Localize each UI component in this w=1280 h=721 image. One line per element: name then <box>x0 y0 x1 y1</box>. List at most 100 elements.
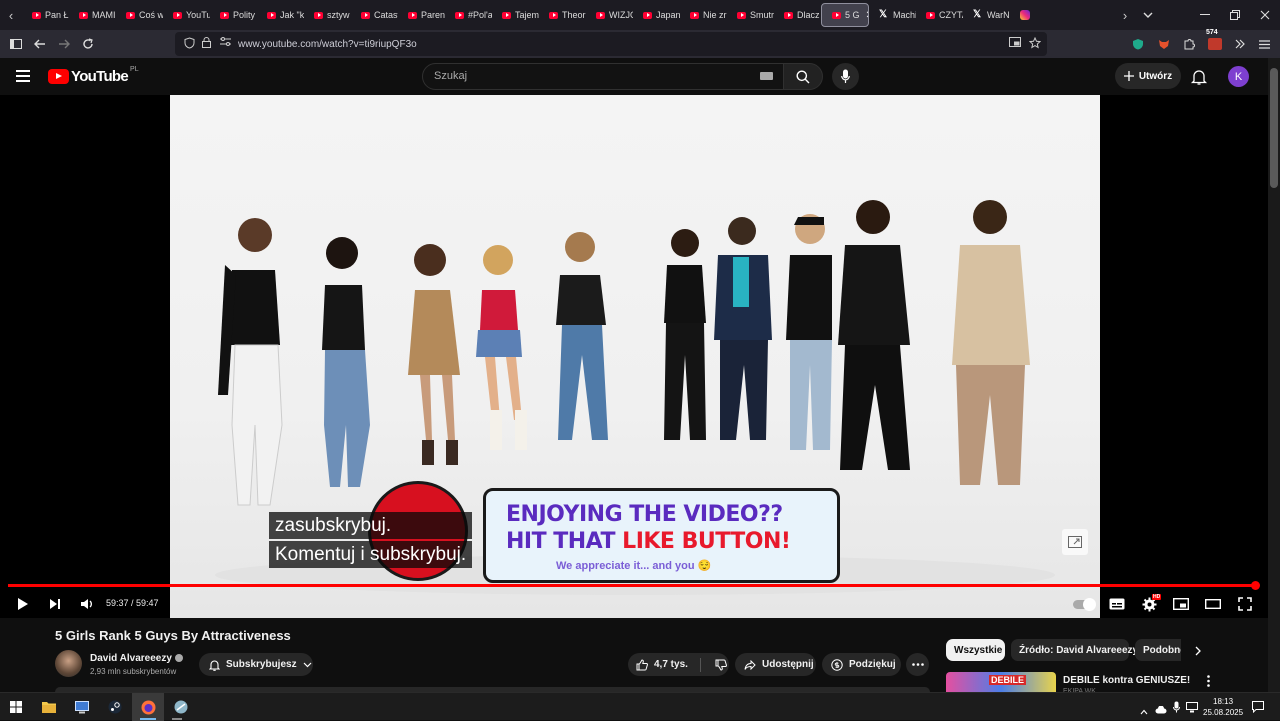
youtube-logo[interactable]: YouTube PL <box>48 66 139 85</box>
browser-tab[interactable] <box>1010 3 1057 27</box>
extensions-puzzle-icon[interactable] <box>1177 32 1201 56</box>
reload-icon[interactable] <box>76 32 100 56</box>
browser-tab[interactable]: Jak "k <box>257 3 304 27</box>
volume-icon[interactable] <box>76 594 98 614</box>
autoplay-toggle[interactable] <box>1072 594 1096 614</box>
browser-tab[interactable]: CZYTA <box>916 3 963 27</box>
tab-list-dropdown-icon[interactable] <box>1140 0 1156 30</box>
lock-icon[interactable] <box>202 37 211 51</box>
settings-gear-icon[interactable]: HD <box>1138 594 1162 614</box>
restore-icon[interactable] <box>1220 0 1250 30</box>
tray-expand-icon[interactable] <box>1140 702 1148 720</box>
tracking-protection-icon[interactable] <box>184 37 195 52</box>
next-video-icon[interactable] <box>44 594 66 614</box>
chip-related[interactable]: Podobne <box>1135 639 1181 661</box>
browser-tab[interactable]: 𝕏 WarN <box>963 3 1010 27</box>
voice-search-button[interactable] <box>832 63 859 90</box>
guide-menu-icon[interactable] <box>16 70 30 82</box>
extension-shield-icon[interactable] <box>1126 32 1150 56</box>
subtitles-icon[interactable] <box>1106 594 1128 614</box>
recommendation-menu-icon[interactable] <box>1203 674 1213 688</box>
network-icon[interactable] <box>1186 700 1198 718</box>
browser-tab[interactable]: Parent <box>398 3 445 27</box>
browser-tab[interactable]: YouTu <box>163 3 210 27</box>
browser-tab[interactable]: Theor <box>539 3 586 27</box>
account-avatar[interactable]: K <box>1228 66 1249 87</box>
url-text[interactable]: www.youtube.com/watch?v=ti9riupQF3o <box>238 39 417 50</box>
browser-tab[interactable]: WIZJO <box>586 3 633 27</box>
file-explorer-icon[interactable] <box>39 697 59 717</box>
sidebar-toggle-icon[interactable] <box>4 32 28 56</box>
progress-bar[interactable] <box>8 584 1255 587</box>
bookmark-star-icon[interactable] <box>1028 36 1042 52</box>
more-actions-button[interactable] <box>906 653 929 676</box>
browser-tab[interactable]: Coś w <box>116 3 163 27</box>
app-menu-icon[interactable] <box>1252 32 1276 56</box>
notifications-tray-icon[interactable] <box>1252 700 1264 718</box>
subscriber-count: 2,93 mln subskrybentów <box>90 667 177 676</box>
play-icon[interactable] <box>12 594 34 614</box>
app-icon[interactable] <box>171 697 191 717</box>
like-count[interactable]: 4,7 tys. <box>654 659 688 670</box>
forward-icon[interactable] <box>52 32 76 56</box>
minimize-icon[interactable] <box>1190 0 1220 30</box>
thanks-button[interactable]: Podziękuj <box>822 653 901 676</box>
recommendation-title[interactable]: DEBILE kontra GENIUSZE! <box>1063 675 1190 686</box>
search-button[interactable] <box>783 63 823 90</box>
chip-source-channel[interactable]: Źródło: David Alvareeezy <box>1011 639 1138 661</box>
browser-tab[interactable]: Nie zr <box>680 3 727 27</box>
steam-icon[interactable] <box>105 697 125 717</box>
extension-badge-icon[interactable]: 574 <box>1203 29 1227 56</box>
browser-tab[interactable]: 𝕏 Machi <box>869 3 916 27</box>
firefox-icon[interactable] <box>138 697 158 717</box>
search-input[interactable]: Szukaj <box>422 63 784 90</box>
browser-tab[interactable]: Smutr <box>727 3 774 27</box>
close-window-icon[interactable] <box>1250 0 1280 30</box>
miniplayer-icon[interactable] <box>1170 594 1192 614</box>
keyboard-icon[interactable] <box>760 72 773 80</box>
scrollbar-thumb[interactable] <box>1270 68 1278 188</box>
channel-avatar[interactable] <box>55 650 82 677</box>
share-button[interactable]: Udostępnij <box>735 653 816 676</box>
page-scrollbar[interactable] <box>1268 58 1280 692</box>
create-button[interactable]: Utwórz <box>1115 63 1181 89</box>
browser-tab[interactable]: MAMI <box>69 3 116 27</box>
channel-name-text[interactable]: David Alvareeezy <box>90 653 172 664</box>
monitor-app-icon[interactable] <box>72 697 92 717</box>
thumbs-up-icon[interactable] <box>636 658 648 671</box>
back-icon[interactable] <box>28 32 52 56</box>
mic-tray-icon[interactable] <box>1173 700 1180 718</box>
expand-overlay-button[interactable] <box>1062 529 1088 555</box>
recommendation-thumbnail[interactable]: DEBILE <box>946 672 1056 692</box>
tab-scroll-right-icon[interactable]: › <box>1118 0 1132 30</box>
site-permissions-icon[interactable] <box>220 37 231 49</box>
start-windows-icon[interactable] <box>6 697 26 717</box>
browser-tab[interactable]: Pan Ł <box>22 3 69 27</box>
chips-next-icon[interactable] <box>1190 643 1206 659</box>
browser-tab[interactable]: sztyw <box>304 3 351 27</box>
browser-tab[interactable]: Japan <box>633 3 680 27</box>
extension-fox-icon[interactable] <box>1152 32 1176 56</box>
channel-name[interactable]: David Alvareeezy <box>90 653 183 664</box>
picture-in-picture-icon[interactable] <box>1009 37 1021 50</box>
browser-tab[interactable]: Catast <box>351 3 398 27</box>
url-bar[interactable]: www.youtube.com/watch?v=ti9riupQF3o <box>175 32 1047 56</box>
browser-tab[interactable]: #Pol'a <box>445 3 492 27</box>
fullscreen-icon[interactable] <box>1234 594 1256 614</box>
overflow-chevron-icon[interactable] <box>1228 32 1252 56</box>
tab-scroll-left-icon[interactable]: ‹ <box>0 0 22 30</box>
video-player[interactable]: ENJOYING THE VIDEO?? HIT THAT LIKE BUTTO… <box>0 95 1268 618</box>
notifications-bell-icon[interactable] <box>1190 68 1208 86</box>
subscribed-button[interactable]: Subskrybujesz <box>199 653 313 676</box>
progress-scrubber[interactable] <box>1251 581 1260 590</box>
browser-tab[interactable]: Dlacz <box>774 3 821 27</box>
taskbar-clock[interactable]: 18:13 25.08.2025 <box>1203 696 1243 718</box>
thumbs-down-icon[interactable] <box>715 659 727 671</box>
chip-all[interactable]: Wszystkie <box>946 639 1005 661</box>
cloud-icon[interactable] <box>1155 701 1167 719</box>
youtube-icon <box>314 11 323 19</box>
browser-tab[interactable]: Tajem <box>492 3 539 27</box>
browser-tab[interactable]: Polity <box>210 3 257 27</box>
browser-tab[interactable]: 5 G✕ <box>821 3 869 27</box>
theater-mode-icon[interactable] <box>1202 594 1224 614</box>
